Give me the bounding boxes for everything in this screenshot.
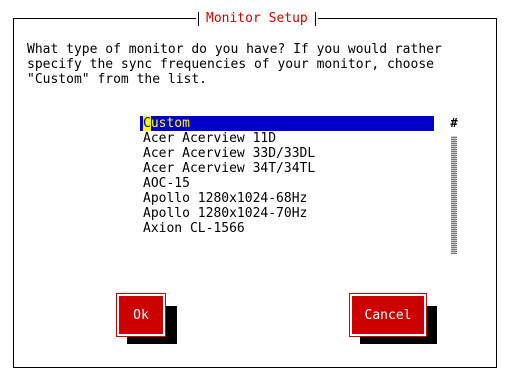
list-item[interactable]: Apollo 1280x1024-70Hz [140,206,434,221]
dialog-prompt: What type of monitor do you have? If you… [27,42,442,87]
text-cursor: C [143,116,151,131]
dialog-title-bar: Monitor Setup [196,8,318,30]
list-item[interactable]: AOC-15 [140,176,434,191]
list-item-label: ustom [150,116,190,131]
list-item[interactable]: Axion CL-1566 [140,221,434,236]
list-item[interactable]: Acer Acerview 11D [140,131,434,146]
dialog-title: Monitor Setup [206,11,308,26]
ok-button[interactable]: Ok [116,293,166,337]
list-item-selected[interactable]: Custom [140,116,434,131]
monitor-listbox[interactable]: Custom Acer Acerview 11D Acer Acerview 3… [140,116,434,258]
ok-button-group: Ok [116,293,177,344]
list-scrollbar[interactable]: # [449,116,459,258]
list-item[interactable]: Apollo 1280x1024-68Hz [140,191,434,206]
list-item[interactable]: Acer Acerview 34T/34TL [140,161,434,176]
scroll-track[interactable] [451,136,457,254]
title-right-bracket [314,12,316,26]
cancel-button[interactable]: Cancel [349,293,427,337]
scroll-thumb[interactable]: # [450,117,458,129]
cancel-button-group: Cancel [349,293,437,344]
screen: Monitor Setup What type of monitor do yo… [0,0,510,378]
list-item[interactable]: Acer Acerview 33D/33DL [140,146,434,161]
